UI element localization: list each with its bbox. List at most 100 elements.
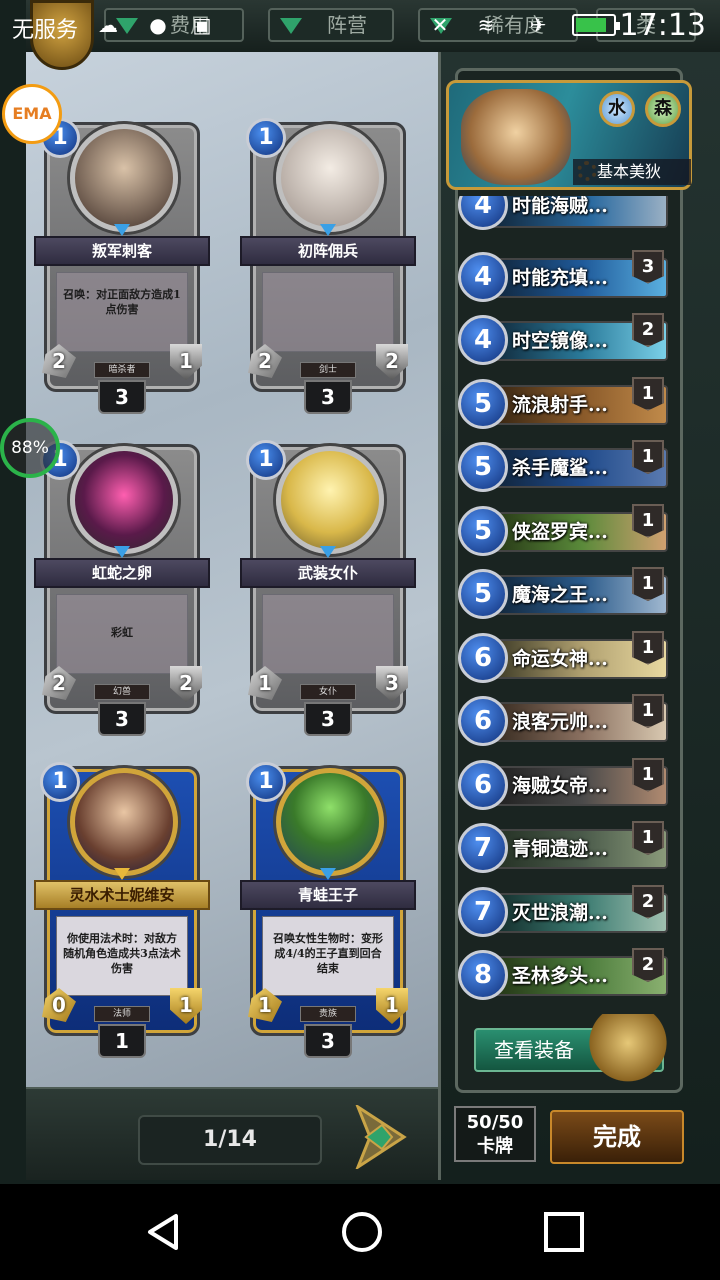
home-icon[interactable]: [342, 1212, 382, 1252]
card-text: [262, 272, 394, 352]
collection-card[interactable]: 初阵佣兵 1 2 2 剑士 3: [240, 112, 416, 414]
card-portrait: [70, 768, 178, 876]
card-name: 虹蛇之卵: [34, 558, 210, 588]
notification-icon: ●: [149, 13, 167, 37]
deck-card-row[interactable]: 6 浪客元帅... 1: [458, 694, 670, 748]
card-portrait: [276, 124, 384, 232]
done-button[interactable]: 完成: [550, 1110, 684, 1164]
element-water-badge: 水: [599, 91, 635, 127]
deck-card-name: 时空镜像...: [512, 330, 608, 352]
owned-count: 3: [98, 702, 146, 736]
card-name: 武装女仆: [240, 558, 416, 588]
mana-cost: 1: [246, 440, 286, 480]
weather-icon: ☁: [98, 13, 118, 37]
deck-card-cost: 6: [458, 759, 508, 810]
deck-card-row[interactable]: 7 灭世浪潮... 2: [458, 884, 670, 939]
deck-card-cost: 6: [458, 632, 508, 683]
card-race: 暗杀者: [94, 362, 150, 378]
deck-card-row[interactable]: 5 魔海之王... 1: [458, 567, 670, 621]
owned-count: 3: [304, 702, 352, 736]
deck-card-name: 魔海之王...: [512, 584, 608, 606]
owned-count: 1: [98, 1024, 146, 1058]
deck-card-row[interactable]: 5 流浪射手... 1: [458, 376, 670, 431]
deck-card-name: 海贼女帝...: [512, 774, 608, 797]
owned-count: 3: [304, 380, 352, 414]
owned-count: 3: [98, 380, 146, 414]
game-screen: 费用 阵营 稀有度 类 无服务 ☁ ● ▣ ✕ ≋ ✈ 17:13 叛军刺客 召…: [0, 0, 720, 1280]
element-forest-badge: 森: [645, 91, 681, 127]
collection-card[interactable]: 武装女仆 1 1 3 女仆 3: [240, 434, 416, 736]
deck-card-row[interactable]: 6 命运女神... 1: [458, 630, 670, 685]
deck-card-cost: 7: [458, 886, 508, 937]
card-race: 剑士: [300, 362, 356, 378]
card-text: 彩虹: [56, 594, 188, 674]
card-name: 青蛙王子: [240, 880, 416, 910]
ema-floating-button[interactable]: EMA: [2, 84, 62, 144]
collection-card[interactable]: 灵水术士妮维安 你使用法术时：对敌方随机角色造成共3点法术伤害 1 0 1 法师…: [34, 756, 210, 1058]
deck-card-row[interactable]: 6 海贼女帝... 1: [458, 757, 670, 812]
deck-card-row[interactable]: 4 时空镜像... 2: [458, 313, 670, 367]
card-portrait: [276, 768, 384, 876]
deck-card-name: 灭世浪潮...: [512, 901, 608, 924]
card-portrait: [276, 446, 384, 554]
deck-card-name: 青铜遗迹...: [512, 838, 608, 860]
back-icon[interactable]: [144, 1212, 184, 1252]
system-nav-bar: [0, 1184, 720, 1280]
deck-card-name: 杀手魔鲨...: [512, 457, 608, 479]
deck-card-name: 时能充填...: [512, 266, 608, 289]
clock: 17:13: [619, 8, 706, 43]
card-text: [262, 594, 394, 674]
deck-card-row[interactable]: 5 侠盗罗宾... 1: [458, 503, 670, 558]
collection-card[interactable]: 青蛙王子 召唤女性生物时：变形成4/4的王子直到回合结束 1 1 1 贵族 3: [240, 756, 416, 1058]
deck-card-name: 流浪射手...: [512, 393, 608, 416]
mana-cost: 1: [246, 762, 286, 802]
memory-meter-widget[interactable]: 88%: [0, 418, 60, 478]
mute-icon: ✕: [431, 13, 449, 37]
hero-portrait[interactable]: 水 森 基本美狄: [446, 80, 692, 190]
deck-card-row[interactable]: 8 圣林多头... 2: [458, 948, 670, 1002]
card-name: 叛军刺客: [34, 236, 210, 266]
collection-card[interactable]: 虹蛇之卵 彩虹 1 2 2 幻兽 3: [34, 434, 210, 736]
recent-apps-icon[interactable]: [544, 1212, 584, 1252]
deck-card-name: 命运女神...: [512, 647, 608, 670]
deck-card-cost: 7: [458, 823, 508, 873]
deck-card-cost: 5: [458, 505, 508, 556]
card-text: 你使用法术时：对敌方随机角色造成共3点法术伤害: [56, 916, 188, 996]
owned-count: 3: [304, 1024, 352, 1058]
card-portrait: [70, 446, 178, 554]
next-page-arrow-icon[interactable]: [352, 1105, 410, 1169]
card-count-label: 卡牌: [477, 1136, 513, 1157]
helmet-icon: [588, 1014, 668, 1086]
wifi-icon: ≋: [477, 13, 495, 37]
collection-card[interactable]: 叛军刺客 召唤：对正面敌方造成1点伤害 1 2 1 暗杀者 3: [34, 112, 210, 414]
deck-card-name: 侠盗罗宾...: [512, 520, 608, 543]
carrier-text: 无服务: [12, 18, 79, 43]
card-race: 法师: [94, 1006, 150, 1022]
card-portrait: [70, 124, 178, 232]
card-text: 召唤女性生物时：变形成4/4的王子直到回合结束: [262, 916, 394, 996]
deck-card-cost: 4: [458, 315, 508, 365]
deck-card-row[interactable]: 4 时能充填... 3: [458, 249, 670, 304]
mana-cost: 1: [246, 118, 286, 158]
deck-card-row[interactable]: 7 青铜遗迹... 1: [458, 821, 670, 875]
deck-card-cost: 5: [458, 378, 508, 429]
deck-card-cost: 8: [458, 950, 508, 1000]
status-bar: 无服务 ☁ ● ▣ ✕ ≋ ✈ 17:13: [0, 0, 720, 50]
deck-card-cost: 4: [458, 251, 508, 302]
card-race: 贵族: [300, 1006, 356, 1022]
card-race: 幻兽: [94, 684, 150, 700]
image-icon: ▣: [192, 13, 212, 37]
deck-card-cost: 6: [458, 696, 508, 746]
hero-face: [461, 89, 571, 185]
deck-card-row[interactable]: 5 杀手魔鲨... 1: [458, 440, 670, 494]
deck-card-name: 圣林多头...: [512, 965, 608, 987]
card-race: 女仆: [300, 684, 356, 700]
deck-card-name: 时能海贼...: [512, 196, 608, 217]
page-indicator: 1/14: [138, 1115, 322, 1165]
deck-card-cost: 5: [458, 569, 508, 619]
hero-name: 基本美狄: [573, 159, 691, 185]
airplane-mode-icon: ✈: [529, 13, 547, 37]
pager-bar: 1/14: [26, 1087, 438, 1180]
deck-card-count: 50/50 卡牌: [454, 1106, 536, 1162]
deck-card-row[interactable]: 4 时能海贼...: [458, 196, 670, 230]
